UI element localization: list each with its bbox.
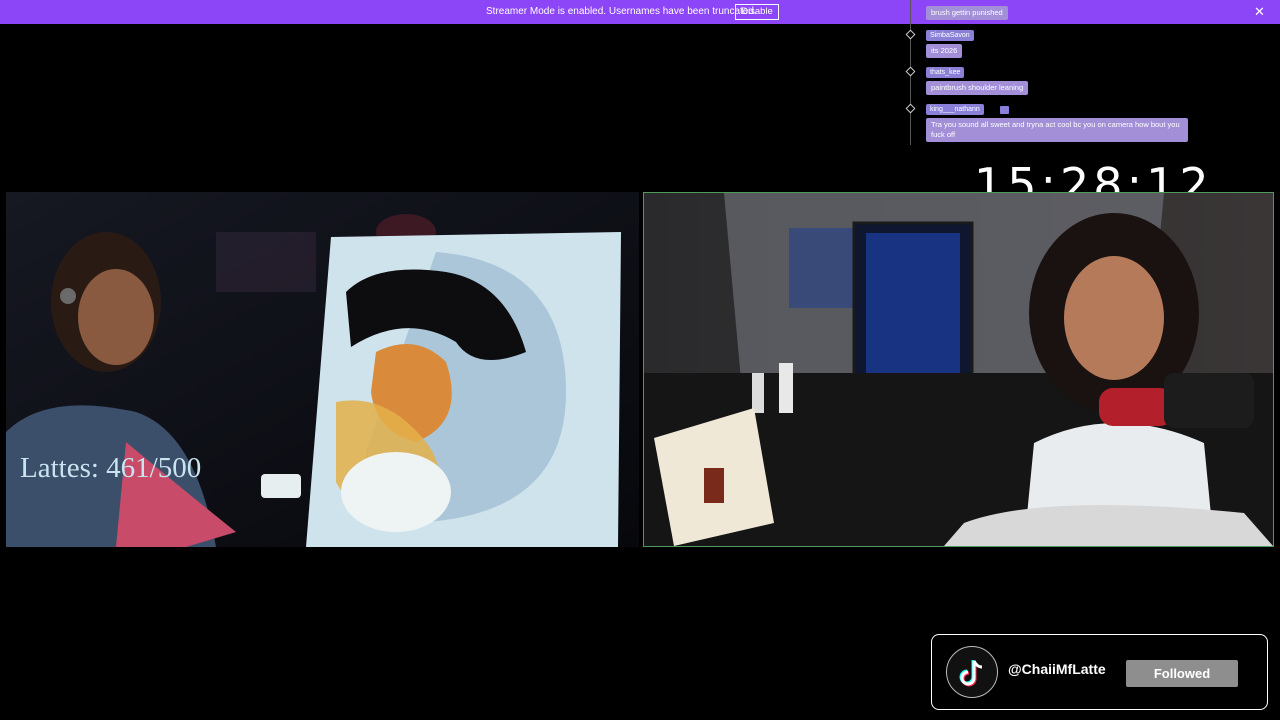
streamer-mode-text: Streamer Mode is enabled. Usernames have… [486, 6, 757, 17]
painting-camera-image [6, 192, 639, 547]
tiktok-logo-icon [946, 646, 998, 698]
chat-message: Tra you sound all sweet and tryna act co… [926, 118, 1188, 142]
lattes-counter: Lattes: 461/500 [20, 452, 202, 484]
face-camera-image [644, 193, 1273, 546]
chat-badge-icon [1000, 106, 1009, 114]
chat-username: thats_kee [926, 67, 965, 78]
chat-message: its 2026 [926, 44, 963, 58]
close-icon[interactable]: ✕ [1254, 0, 1265, 24]
chat-message: brush gettin punished [926, 6, 1008, 20]
followed-button[interactable]: Followed [1126, 660, 1238, 687]
chat-dot-icon [905, 103, 916, 114]
chat-message: paintbrush shoulder leaning [926, 81, 1029, 95]
chat-username: SimbaSavon [926, 30, 974, 41]
chat-overlay: brush gettin punished SimbaSavon its 202… [904, 0, 1204, 150]
tiktok-follow-widget: @ChaiiMfLatte Followed [931, 634, 1268, 710]
chat-dot-icon [905, 66, 916, 77]
disable-button[interactable]: Disable [735, 4, 779, 20]
face-camera-feed [643, 192, 1274, 547]
tiktok-handle: @ChaiiMfLatte [1008, 661, 1106, 677]
chat-username: king___nathann [926, 104, 984, 115]
painting-camera-feed [6, 192, 639, 547]
chat-dot-icon [905, 29, 916, 40]
tiktok-note-icon [959, 660, 983, 687]
